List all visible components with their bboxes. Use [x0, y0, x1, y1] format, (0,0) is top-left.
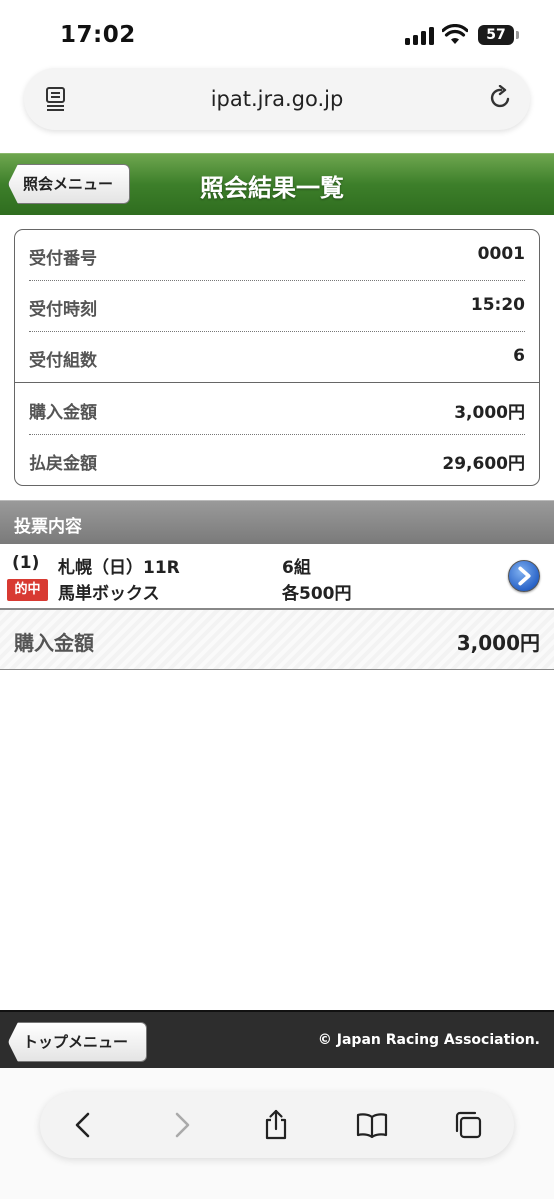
summary-row-receipt-number: 受付番号 0001 [29, 230, 525, 280]
total-label: 購入金額 [14, 631, 94, 655]
status-bar: 17:02 57 [0, 0, 554, 62]
cellular-signal-icon [405, 27, 435, 45]
wifi-icon [442, 24, 468, 44]
inquiry-menu-button[interactable]: 照会メニュー [8, 164, 130, 204]
bet-number: (1) [12, 553, 40, 573]
copyright: © Japan Racing Association. [317, 1032, 540, 1048]
reload-icon[interactable] [488, 85, 514, 111]
tabs-icon[interactable] [452, 1109, 484, 1141]
summary-value: 3,000円 [454, 403, 525, 423]
section-header: 投票内容 [0, 500, 554, 544]
back-arrow-icon[interactable] [68, 1109, 100, 1141]
page-title: 照会結果一覧 [200, 174, 344, 202]
summary-label: 購入金額 [29, 403, 97, 423]
bookmarks-icon[interactable] [356, 1109, 388, 1141]
summary-label: 払戻金額 [29, 454, 97, 474]
section-title: 投票内容 [14, 517, 82, 537]
bet-sets: 6組 [282, 558, 311, 578]
summary-value: 0001 [477, 244, 525, 264]
bet-list-item[interactable]: (1) 札幌（日）11R 6組 的中 馬単ボックス 各500円 [0, 544, 554, 610]
bet-each-amount: 各500円 [282, 584, 352, 604]
summary-value: 15:20 [470, 295, 525, 315]
summary-row-set-count: 受付組数 6 [29, 332, 525, 382]
divider [15, 382, 539, 383]
battery-icon: 57 [478, 25, 514, 45]
browser-toolbar [40, 1092, 514, 1158]
bet-type: 馬単ボックス [58, 584, 160, 604]
page-footer: トップメニュー © Japan Racing Association. [0, 1010, 554, 1068]
address-bar[interactable]: ipat.jra.go.jp [24, 68, 530, 130]
hit-badge: 的中 [7, 579, 48, 601]
share-icon[interactable] [260, 1109, 292, 1141]
forward-arrow-icon[interactable] [165, 1109, 197, 1141]
bet-race: 札幌（日）11R [58, 558, 180, 578]
total-value: 3,000円 [456, 631, 540, 655]
summary-row-purchase-amount: 購入金額 3,000円 [29, 384, 525, 434]
summary-value: 6 [513, 346, 525, 366]
chevron-right-icon[interactable] [508, 560, 540, 592]
total-row: 購入金額 3,000円 [0, 610, 554, 670]
page-header: 照会メニュー 照会結果一覧 [0, 153, 554, 215]
top-menu-button[interactable]: トップメニュー [8, 1022, 147, 1062]
summary-label: 受付組数 [29, 351, 97, 371]
url-text[interactable]: ipat.jra.go.jp [24, 87, 530, 111]
summary-label: 受付番号 [29, 249, 97, 269]
summary-row-payout-amount: 払戻金額 29,600円 [29, 435, 525, 485]
summary-value: 29,600円 [442, 454, 525, 474]
summary-row-receipt-time: 受付時刻 15:20 [29, 281, 525, 331]
summary-label: 受付時刻 [29, 300, 97, 320]
status-time: 17:02 [60, 22, 136, 48]
summary-card: 受付番号 0001 受付時刻 15:20 受付組数 6 購入金額 3,000円 … [14, 229, 540, 486]
battery-nub [516, 31, 519, 39]
